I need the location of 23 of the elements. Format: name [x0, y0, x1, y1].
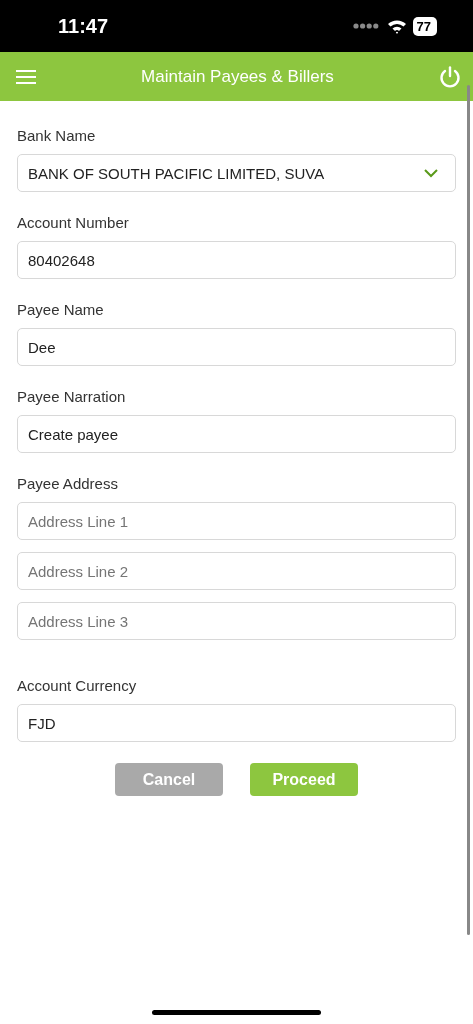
bank-select[interactable]: BANK OF SOUTH PACIFIC LIMITED, SUVA: [17, 154, 456, 192]
scrollbar[interactable]: [467, 85, 470, 935]
input-field[interactable]: FJD: [17, 704, 456, 742]
signal-icon: [352, 23, 379, 29]
input-field[interactable]: Address Line 1: [17, 502, 456, 540]
field-label: Bank Name: [17, 126, 96, 146]
menu-icon[interactable]: [16, 68, 36, 85]
field-label: Payee Name: [17, 300, 104, 320]
chevron-down-icon: [423, 168, 439, 178]
field-label: Account Currency: [17, 676, 137, 696]
input-field[interactable]: Address Line 3: [17, 602, 456, 640]
wifi-icon: [386, 18, 407, 34]
input-field[interactable]: 80402648: [17, 241, 456, 279]
battery-level: 77: [412, 16, 437, 36]
clock-time: 11:47: [58, 14, 110, 38]
power-icon[interactable]: [439, 65, 461, 88]
input-field[interactable]: Address Line 2: [17, 552, 456, 590]
screen-title: Maintain Payees & Billers: [140, 66, 335, 87]
field-label: Payee Address: [17, 474, 118, 494]
input-field[interactable]: Dee: [17, 328, 456, 366]
field-label: Account Number: [17, 213, 129, 233]
input-field[interactable]: Create payee: [17, 415, 456, 453]
field-label: Payee Narration: [17, 387, 126, 407]
